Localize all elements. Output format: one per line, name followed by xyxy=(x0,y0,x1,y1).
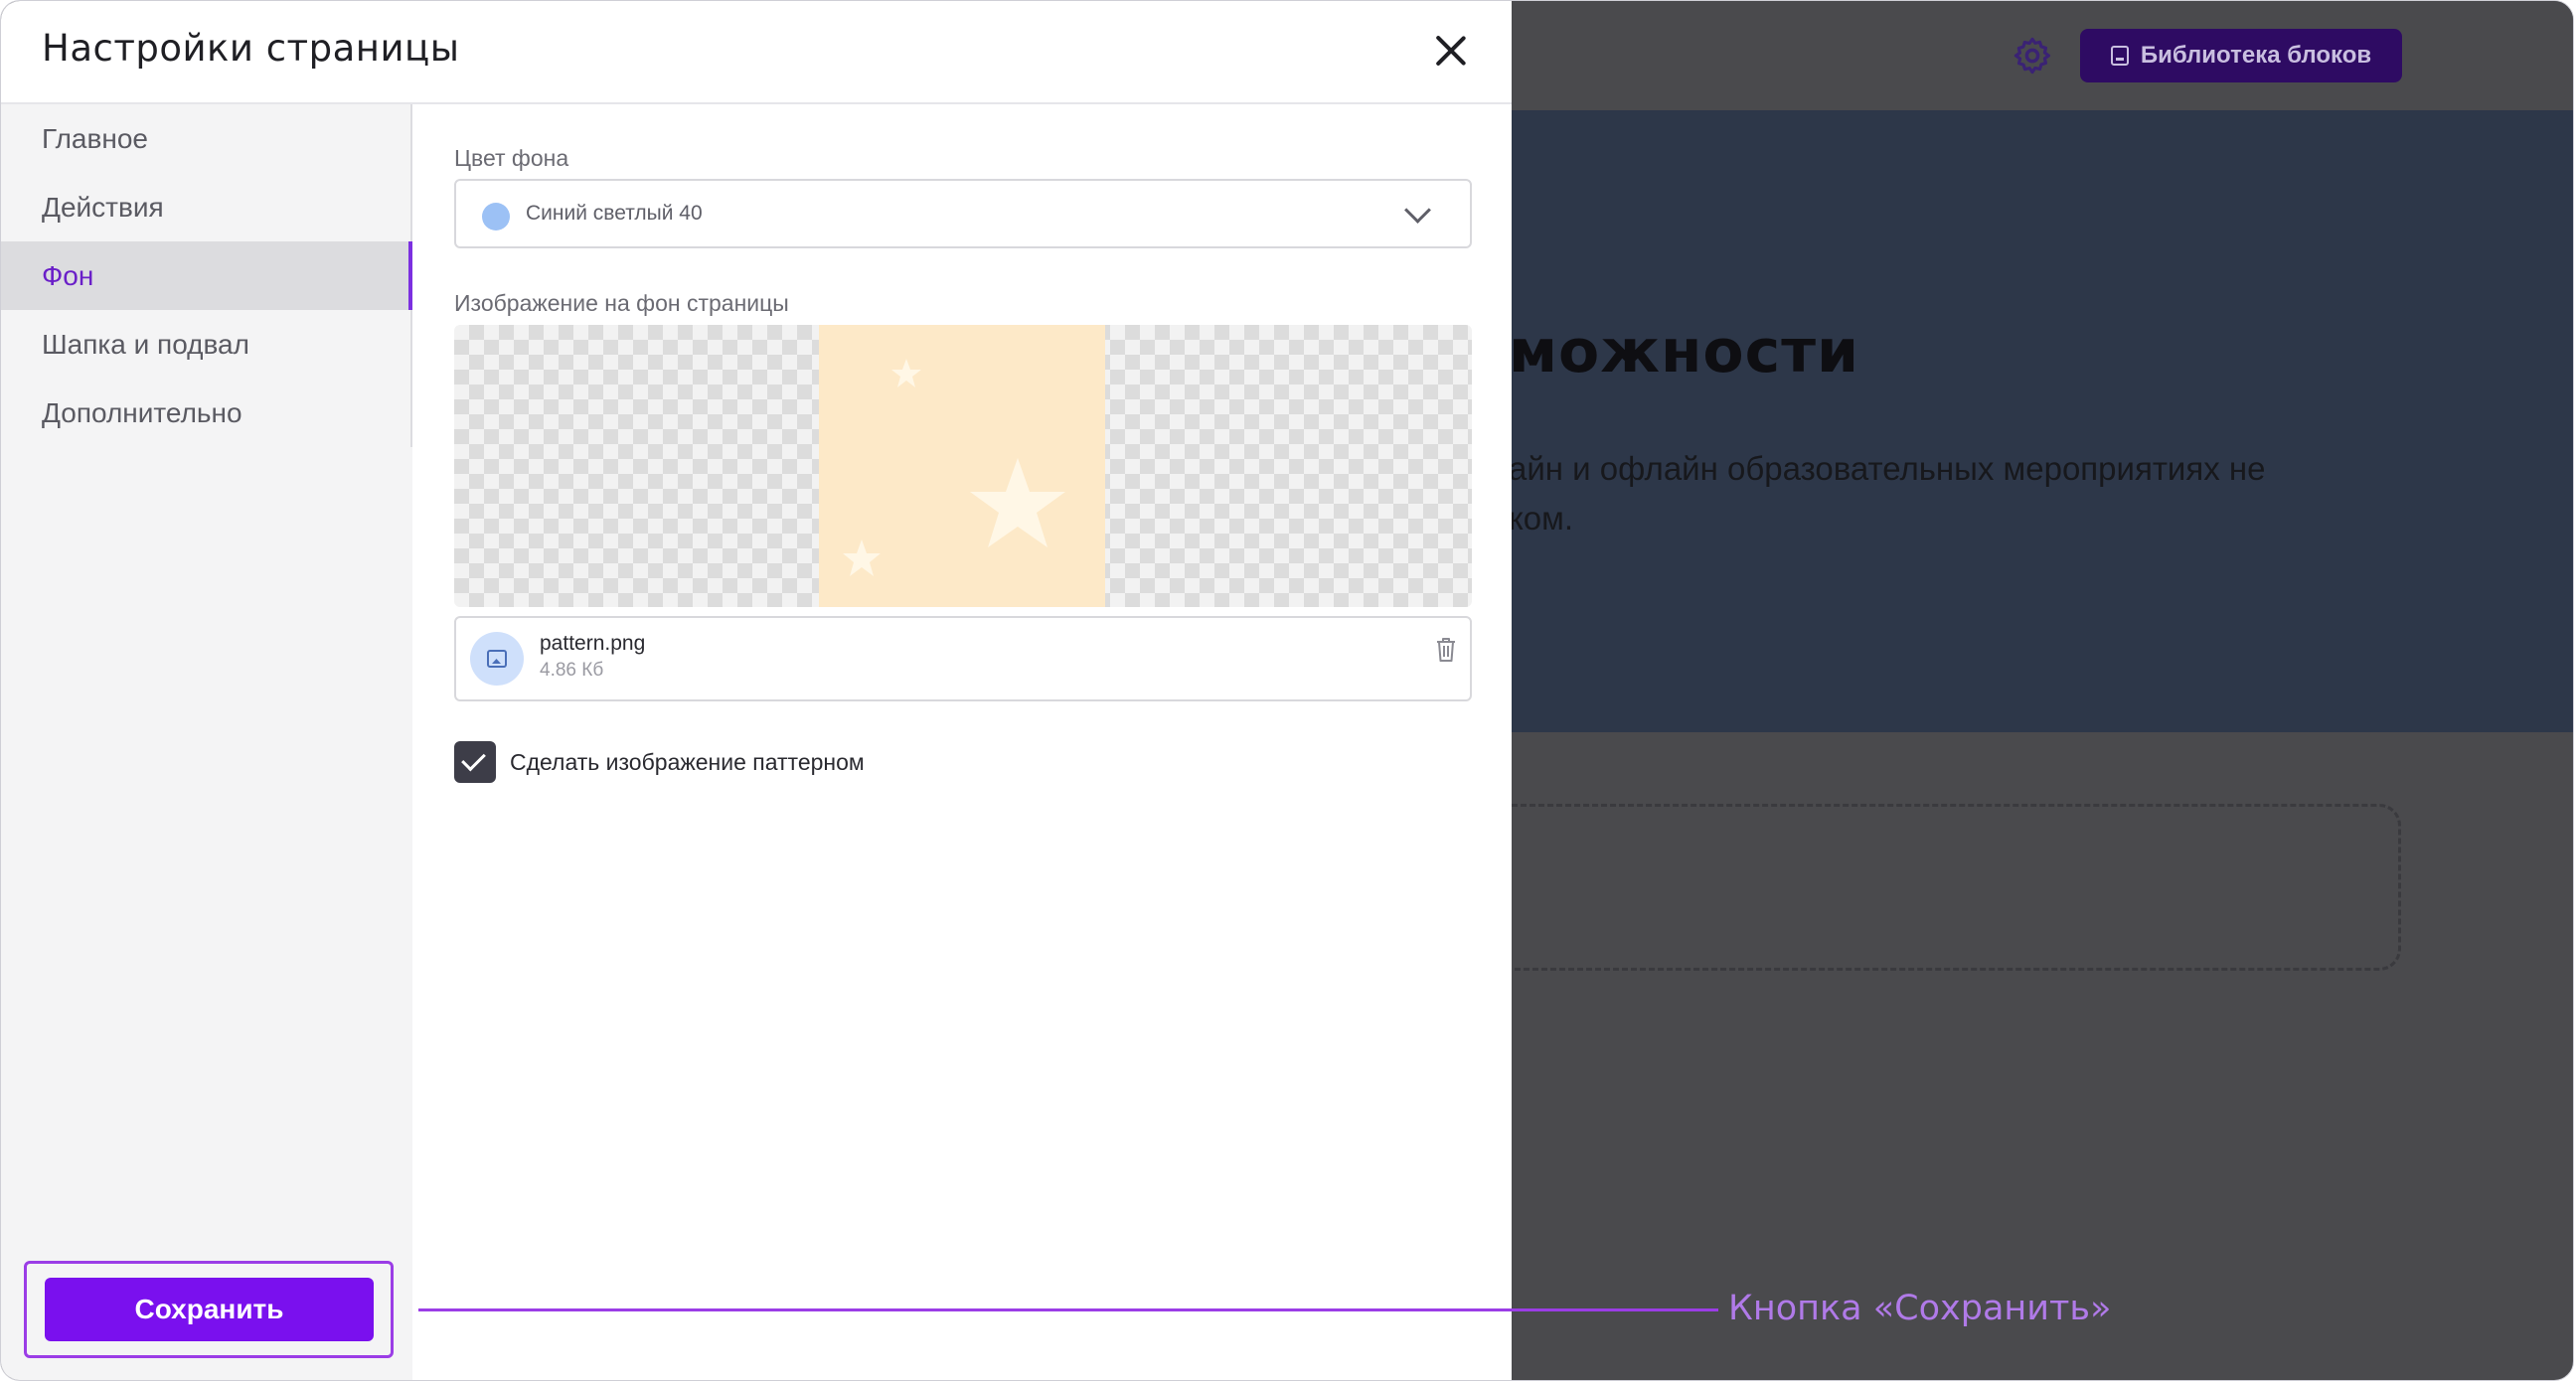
pattern-checkbox-label: Сделать изображение паттерном xyxy=(510,748,865,775)
background-image-label: Изображение на фон страницы xyxy=(454,290,789,316)
save-button[interactable]: Сохранить xyxy=(45,1278,374,1341)
library-icon xyxy=(2110,46,2129,66)
pattern-checkbox-row[interactable]: Сделать изображение паттерном xyxy=(454,741,865,783)
sidebar-item-background[interactable]: Фон xyxy=(1,241,412,310)
block-library-button[interactable]: Библиотека блоков xyxy=(2080,29,2402,82)
page-settings-modal: Настройки страницы Главное Действия Фон … xyxy=(1,1,1512,1380)
background-hero-title: можности xyxy=(1509,317,1860,386)
color-swatch xyxy=(482,203,510,230)
settings-sidebar: Главное Действия Фон Шапка и подвал Допо… xyxy=(1,104,412,1380)
settings-nav: Главное Действия Фон Шапка и подвал Допо… xyxy=(1,104,412,447)
background-image-preview xyxy=(454,325,1472,607)
background-color-label: Цвет фона xyxy=(454,145,569,171)
image-file-icon xyxy=(470,632,524,686)
sidebar-item-additional[interactable]: Дополнительно xyxy=(1,379,410,447)
background-hero-text: айн и офлайн образовательных мероприятия… xyxy=(1509,444,2265,543)
background-drop-zone xyxy=(1472,804,2401,971)
pattern-image xyxy=(819,325,1105,607)
background-color-select[interactable]: Синий светлый 40 xyxy=(454,179,1472,248)
annotation-line xyxy=(418,1308,1718,1311)
uploaded-file: pattern.png 4.86 Кб xyxy=(454,616,1472,701)
modal-title: Настройки страницы xyxy=(42,27,460,70)
modal-header: Настройки страницы xyxy=(1,1,1512,104)
save-button-highlight: Сохранить xyxy=(24,1261,394,1358)
sidebar-item-main[interactable]: Главное xyxy=(1,104,410,173)
file-name: pattern.png xyxy=(540,632,646,655)
pattern-checkbox[interactable] xyxy=(454,741,496,783)
trash-icon[interactable] xyxy=(1434,636,1458,664)
background-hero-section xyxy=(1512,110,2573,732)
hero-text-line: ком. xyxy=(1509,500,1574,537)
gear-icon[interactable] xyxy=(2012,35,2053,77)
block-library-label: Библиотека блоков xyxy=(2140,42,2372,69)
close-icon[interactable] xyxy=(1430,31,1470,71)
chevron-down-icon xyxy=(1404,197,1431,224)
hero-text-line: айн и офлайн образовательных мероприятия… xyxy=(1509,450,2266,487)
background-color-value: Синий светлый 40 xyxy=(526,202,703,225)
sidebar-item-actions[interactable]: Действия xyxy=(1,173,410,241)
screenshot-frame: Библиотека блоков можности айн и офлайн … xyxy=(0,0,2574,1381)
annotation-label: Кнопка «Сохранить» xyxy=(1728,1289,2112,1328)
sidebar-item-header-footer[interactable]: Шапка и подвал xyxy=(1,310,410,379)
file-size: 4.86 Кб xyxy=(540,660,604,681)
star-pattern-graphic xyxy=(843,359,1065,576)
